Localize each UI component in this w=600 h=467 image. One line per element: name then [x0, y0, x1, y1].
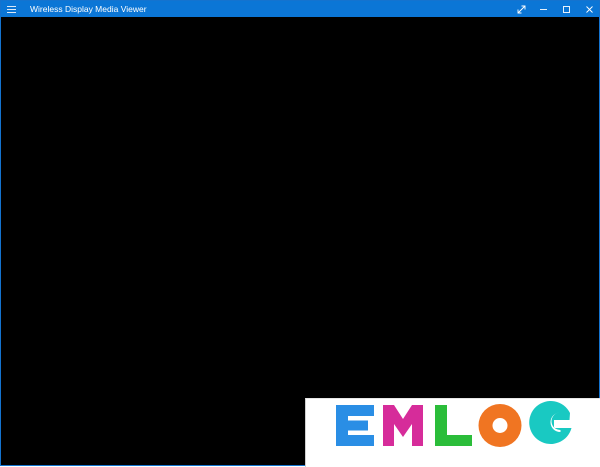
- logo-letter-g: [529, 401, 572, 445]
- emlog-watermark-logo: [305, 398, 600, 467]
- logo-letter-e: [336, 405, 374, 446]
- fullscreen-button[interactable]: [510, 1, 532, 17]
- media-viewer-window: Wireless Display Media Viewer: [0, 0, 600, 466]
- emlog-logo: [336, 401, 572, 447]
- expand-diagonal-icon: [517, 5, 525, 13]
- minimize-icon: [539, 8, 547, 10]
- minimize-button[interactable]: [532, 1, 554, 17]
- logo-letter-l: [435, 405, 472, 446]
- maximize-icon: [562, 5, 570, 13]
- hamburger-icon[interactable]: [7, 5, 16, 13]
- close-icon: [585, 5, 593, 13]
- close-button[interactable]: [578, 1, 599, 17]
- window-title: Wireless Display Media Viewer: [30, 4, 147, 14]
- logo-letter-m: [383, 405, 423, 446]
- maximize-button[interactable]: [555, 1, 577, 17]
- title-bar[interactable]: Wireless Display Media Viewer: [1, 1, 599, 17]
